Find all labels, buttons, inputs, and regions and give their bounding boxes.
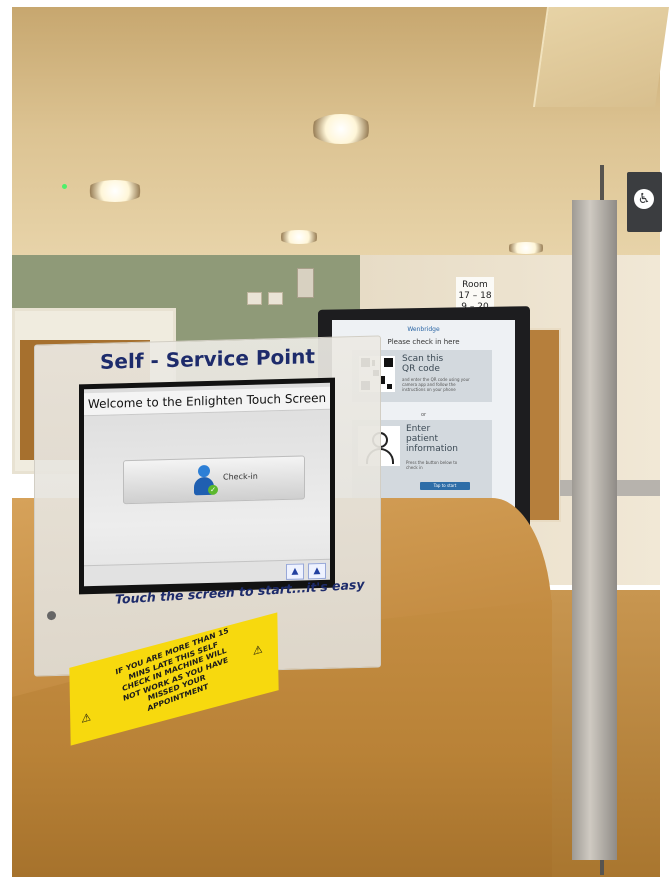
patient-info-instructions: Press the button below to check in (406, 460, 458, 470)
clinic-logo: Wenbridge (407, 326, 440, 333)
green-indicator-light (62, 184, 67, 189)
roller-banner (572, 200, 617, 860)
kiosk-touch-screen[interactable]: Welcome to the Enlighten Touch Screen ✓ … (84, 382, 330, 587)
ceiling-light (86, 180, 144, 202)
start-button[interactable]: Tap to start (420, 482, 470, 490)
accessibility-icon[interactable]: ▲ (308, 562, 326, 580)
warning-icon: ⚠ (81, 710, 92, 726)
wheelchair-icon: ♿ (634, 189, 654, 209)
qr-title: Scan this QR code (402, 354, 444, 374)
user-icon (198, 464, 210, 478)
ceiling-panel (532, 7, 669, 107)
welcome-title: Welcome to the Enlighten Touch Screen (84, 386, 330, 417)
wall-socket (268, 292, 283, 305)
checkin-label: Check-in (223, 471, 258, 482)
kiosk-header: Self - Service Point (100, 344, 315, 374)
photo-scene: Room 17 – 18 9 – 20 ♿ Wenbridge Please c… (0, 0, 669, 877)
wall-socket (247, 292, 262, 305)
ceiling-light (506, 242, 546, 254)
accessibility-icon[interactable]: ▲ (286, 563, 304, 580)
mount-screw (47, 610, 56, 621)
accessible-sign: ♿ (627, 172, 662, 232)
room-sign-line: 17 – 18 (458, 291, 492, 301)
room-sign-title: Room (462, 280, 488, 290)
ceiling-light (278, 230, 320, 244)
ceiling-light (310, 114, 372, 144)
self-service-kiosk: Self - Service Point Welcome to the Enli… (34, 335, 381, 677)
checkin-button[interactable]: ✓ Check-in (123, 455, 305, 505)
check-icon: ✓ (208, 484, 218, 495)
wall-sensor (297, 268, 314, 298)
qr-instructions: and enter the QR code using your camera … (402, 377, 470, 392)
patient-info-title: Enter patient information (406, 424, 458, 454)
